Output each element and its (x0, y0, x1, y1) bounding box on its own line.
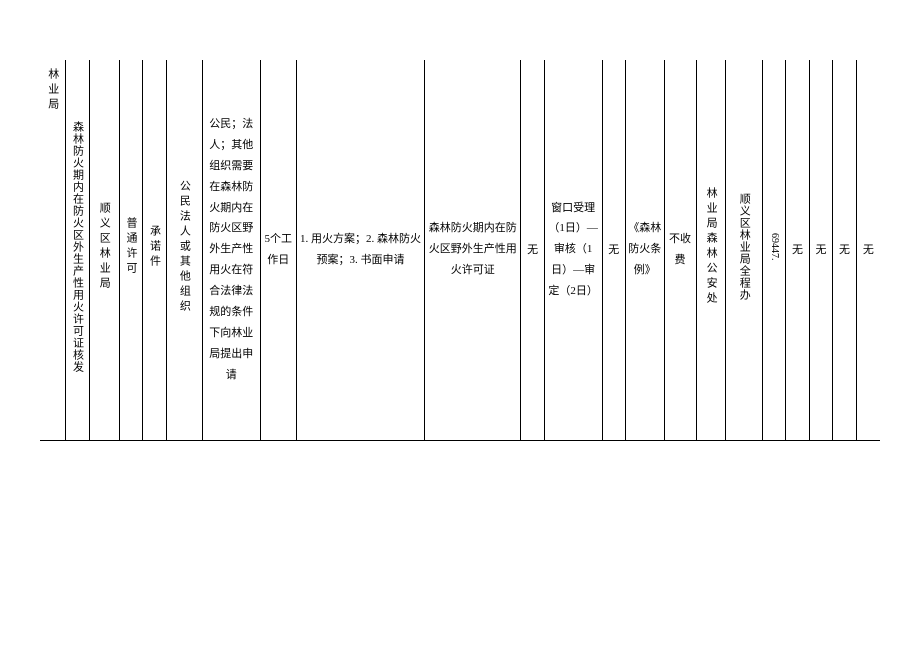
cell-special: 无 (602, 60, 626, 440)
conditions-text: 公民；法人；其他组织需要在森林防火期内在防火区野外生产性用火在符合法律法规的条件… (209, 118, 253, 381)
handle-type-text: 承诺件 (147, 225, 161, 270)
applicant-text: 公民法人或其他组织 (177, 180, 191, 315)
permit-type-text: 普通许可 (124, 217, 138, 277)
cell-fee: 不收费 (664, 60, 696, 440)
materials-text: 1. 用火方案；2. 森林防火预案；3. 书面申请 (300, 233, 421, 266)
other1-text: 无 (792, 244, 803, 256)
cell-timelimit: 5个工作日 (260, 60, 296, 440)
cell-handle-type: 承诺件 (143, 60, 167, 440)
cell-conditions: 公民；法人；其他组织需要在森林防火期内在防火区野外生产性用火在符合法律法规的条件… (202, 60, 260, 440)
agency-text: 林业局 (45, 68, 59, 113)
process-text: 窗口受理（1日）—审核（1日）—审定（2日） (548, 202, 598, 298)
cell-basis: 《森林防火条例》 (626, 60, 664, 440)
location-text: 顺义区林业局全程办 (737, 193, 751, 301)
other4-text: 无 (863, 244, 874, 256)
other2-text: 无 (816, 244, 827, 256)
cell-other1: 无 (786, 60, 810, 440)
other3-text: 无 (839, 244, 850, 256)
intermediary-text: 无 (527, 244, 538, 256)
service-row-table: 林业局 森林防火期内在防火区外生产性用火许可证核发 顺义区林业局 普通许可 承诺… (40, 60, 880, 441)
cell-agency: 林业局 (40, 60, 66, 440)
cell-materials: 1. 用火方案；2. 森林防火预案；3. 书面申请 (296, 60, 424, 440)
cell-intermediary: 无 (521, 60, 545, 440)
result-text: 森林防火期内在防火区野外生产性用火许可证 (429, 222, 517, 276)
cell-dept: 林业局森林公安处 (696, 60, 726, 440)
cell-other2: 无 (809, 60, 833, 440)
cell-other3: 无 (833, 60, 857, 440)
cell-result: 森林防火期内在防火区野外生产性用火许可证 (425, 60, 521, 440)
cell-phone: 69447. (762, 60, 786, 440)
fee-text: 不收费 (669, 233, 691, 266)
table-row: 林业局 森林防火期内在防火区外生产性用火许可证核发 顺义区林业局 普通许可 承诺… (40, 60, 880, 440)
timelimit-text: 5个工作日 (265, 233, 293, 266)
impl-org-text: 顺义区林业局 (97, 202, 111, 292)
basis-text: 《森林防火条例》 (628, 222, 661, 276)
cell-permit-type: 普通许可 (119, 60, 143, 440)
cell-location: 顺义区林业局全程办 (726, 60, 762, 440)
cell-item-name: 森林防火期内在防火区外生产性用火许可证核发 (66, 60, 90, 440)
item-name-text: 森林防火期内在防火区外生产性用火许可证核发 (70, 121, 84, 373)
phone-text: 69447. (768, 233, 780, 261)
cell-process: 窗口受理（1日）—审核（1日）—审定（2日） (544, 60, 602, 440)
dept-text: 林业局森林公安处 (704, 187, 718, 307)
cell-applicant: 公民法人或其他组织 (166, 60, 202, 440)
special-text: 无 (608, 244, 619, 256)
cell-other4: 无 (856, 60, 880, 440)
cell-impl-org: 顺义区林业局 (89, 60, 119, 440)
